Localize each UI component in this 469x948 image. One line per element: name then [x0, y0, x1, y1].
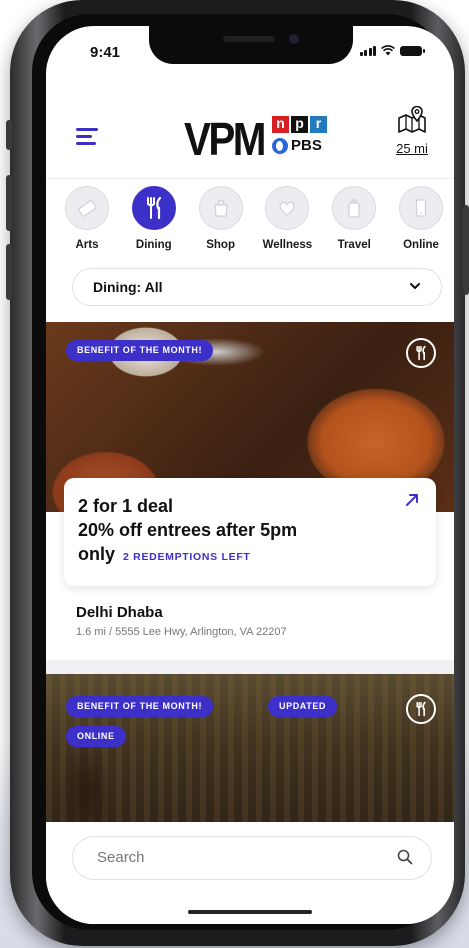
pbs-logo: PBS	[272, 137, 327, 154]
app-screen: 9:41 VPM n p r PBS 25 mi Arts Dining Sho…	[46, 26, 454, 924]
ticket-icon	[78, 200, 97, 217]
search-icon[interactable]	[397, 849, 413, 865]
volume-up-button	[6, 175, 12, 231]
category-label: Travel	[337, 239, 371, 251]
feed-divider	[46, 660, 454, 674]
fork-knife-icon	[146, 196, 161, 220]
status-icons	[359, 45, 425, 56]
dining-category-icon	[406, 338, 436, 368]
luggage-icon	[348, 199, 360, 218]
search-bar[interactable]	[72, 836, 432, 880]
deal-card[interactable]: 2 for 1 deal 20% off entrees after 5pm o…	[64, 478, 436, 586]
category-dining[interactable]: Dining	[125, 178, 183, 270]
wifi-icon	[381, 45, 395, 56]
category-label: Online	[403, 239, 439, 251]
benefit-of-month-badge: BENEFIT OF THE MONTH!	[66, 340, 214, 361]
category-arts[interactable]: Arts	[58, 178, 116, 270]
deal-line: 2 for 1 deal	[78, 496, 174, 516]
npr-letter-p: p	[291, 116, 308, 133]
category-shop[interactable]: Shop	[192, 178, 250, 270]
app-header: VPM n p r PBS 25 mi	[46, 98, 454, 179]
category-label: Wellness	[262, 239, 313, 251]
vpm-logo: VPM	[184, 113, 266, 165]
hamburger-menu-icon[interactable]	[76, 128, 98, 149]
chevron-down-icon	[410, 283, 420, 289]
search-input[interactable]	[95, 848, 379, 867]
fork-knife-icon	[416, 701, 426, 717]
status-time: 9:41	[90, 44, 121, 61]
category-bar: Arts Dining Shop Wellness Travel Online	[58, 178, 450, 270]
npr-letter-r: r	[310, 116, 327, 133]
heart-icon	[279, 201, 295, 216]
category-online[interactable]: Online	[392, 178, 450, 270]
pbs-head-icon	[272, 137, 288, 154]
map-pin-icon	[398, 105, 426, 133]
npr-letter-n: n	[272, 116, 289, 133]
shopping-bag-icon	[213, 199, 228, 217]
volume-down-button	[6, 244, 12, 300]
category-travel[interactable]: Travel	[325, 178, 383, 270]
phone-frame: 9:41 VPM n p r PBS 25 mi Arts Dining Sho…	[6, 0, 469, 946]
category-wellness[interactable]: Wellness	[258, 178, 316, 270]
home-indicator[interactable]	[188, 910, 312, 914]
dining-category-icon	[406, 694, 436, 724]
npr-logo: n p r	[272, 116, 327, 133]
power-button	[463, 205, 469, 295]
updated-badge: UPDATED	[268, 696, 338, 717]
offers-feed[interactable]: BENEFIT OF THE MONTH! 2 for 1 deal 20% o…	[46, 322, 454, 822]
external-arrow-icon[interactable]	[404, 492, 420, 508]
pbs-text: PBS	[291, 137, 322, 154]
speaker	[223, 36, 275, 42]
front-camera	[289, 34, 299, 44]
redemptions-left: 2 REDEMPTIONS LEFT	[123, 551, 251, 563]
npr-pbs-logo: n p r PBS	[272, 116, 327, 154]
deal-line: 20% off entrees after 5pm	[78, 520, 298, 540]
category-filter-dropdown[interactable]: Dining: All	[72, 268, 442, 306]
notch	[149, 26, 353, 64]
merchant-name: Delhi Dhaba	[76, 604, 163, 621]
distance-label: 25 mi	[396, 141, 428, 156]
mute-switch	[6, 120, 12, 150]
deal-line-with-count: only 2 REDEMPTIONS LEFT	[78, 542, 398, 569]
online-badge: ONLINE	[66, 726, 126, 747]
category-label: Dining	[135, 239, 172, 251]
bottom-search-area	[46, 822, 454, 924]
signal-icon	[359, 45, 376, 56]
battery-icon	[400, 45, 425, 56]
phone-icon	[415, 199, 427, 217]
fork-knife-icon	[416, 345, 426, 361]
merchant-info[interactable]: Delhi Dhaba 1.6 mi / 5555 Lee Hwy, Arlin…	[76, 604, 287, 638]
merchant-address: 1.6 mi / 5555 Lee Hwy, Arlington, VA 222…	[76, 626, 287, 638]
filter-value: Dining: All	[93, 279, 163, 295]
deal-title: 2 for 1 deal 20% off entrees after 5pm o…	[78, 494, 398, 569]
category-label: Arts	[75, 239, 99, 251]
deal-line: only	[78, 544, 116, 564]
map-distance-button[interactable]: 25 mi	[390, 105, 434, 156]
benefit-of-month-badge: BENEFIT OF THE MONTH!	[66, 696, 214, 717]
category-label: Shop	[206, 239, 235, 251]
